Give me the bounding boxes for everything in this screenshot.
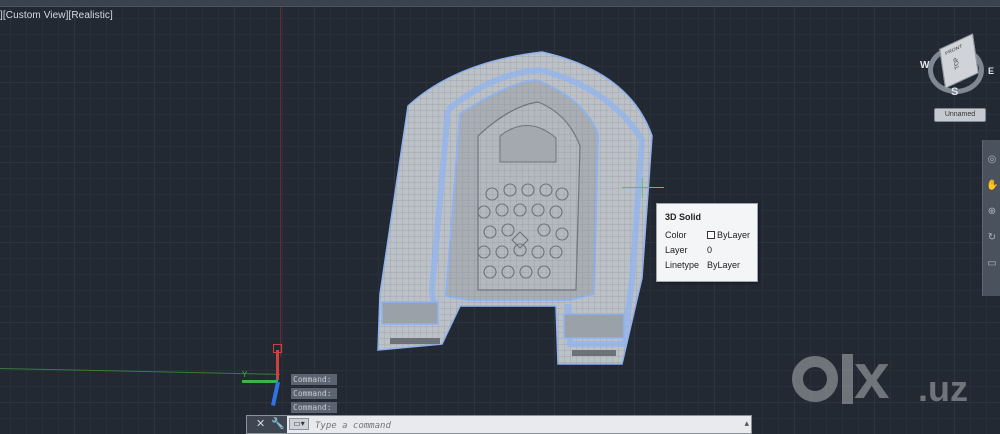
compass-south[interactable]: S <box>951 86 958 98</box>
command-line-controls: ✕ 🔧 <box>247 416 287 433</box>
command-line[interactable]: ✕ 🔧 ▭▾ ▴ <box>246 415 752 434</box>
model-viewport[interactable]: ][Custom View][Realistic] 3D Solid Color… <box>0 0 1000 434</box>
cursor-crosshair-horizontal <box>622 187 664 188</box>
ucs-y-label: Y <box>242 370 248 379</box>
command-input[interactable] <box>313 417 737 434</box>
command-history-line: Command: <box>291 402 337 413</box>
wcs-menu[interactable]: Unnamed <box>934 108 986 122</box>
tooltip-row-color: Color ByLayer <box>665 230 751 240</box>
olx-logo-x: x <box>854 340 890 412</box>
wrench-icon[interactable]: 🔧 <box>271 417 285 430</box>
zoom-icon[interactable]: ⊕ <box>986 206 998 218</box>
color-swatch-icon <box>707 231 715 239</box>
viewcube[interactable]: FRONT TOP W E S <box>918 30 998 104</box>
title-bar <box>0 0 1000 7</box>
tooltip-title: 3D Solid <box>665 212 702 222</box>
ucs-z-axis <box>276 350 279 380</box>
olx-logo-domain: .uz <box>918 368 968 409</box>
left-base-block <box>381 301 439 325</box>
tooltip-row-linetype: Linetype ByLayer <box>665 260 741 270</box>
ucs-icon: Y <box>236 340 296 410</box>
viewcube-top-label: TOP <box>953 55 962 70</box>
olx-watermark: x .uz <box>792 344 992 412</box>
pan-icon[interactable]: ✋ <box>986 180 998 192</box>
recent-commands-icon[interactable]: ▭▾ <box>289 418 309 430</box>
object-tooltip: 3D Solid Color ByLayer Layer 0 Linetype ByL… <box>656 203 758 282</box>
compass-west[interactable]: W <box>920 60 929 71</box>
showmotion-icon[interactable]: ▭ <box>986 258 998 270</box>
viewcube-front-label: FRONT <box>944 43 963 58</box>
command-history-line: Command: <box>291 388 337 399</box>
steering-wheel-icon[interactable]: ◎ <box>986 154 998 166</box>
tooltip-row-layer: Layer 0 <box>665 245 713 255</box>
3d-solid-model[interactable] <box>360 44 660 370</box>
close-icon[interactable]: ✕ <box>256 417 265 430</box>
view-controls-label[interactable]: ][Custom View][Realistic] <box>0 10 113 21</box>
right-step <box>572 350 616 356</box>
olx-logo-l <box>842 354 853 404</box>
right-base-block <box>563 313 625 339</box>
chevron-up-icon[interactable]: ▴ <box>744 418 749 429</box>
left-step <box>390 338 440 344</box>
ucs-y-axis <box>271 381 280 406</box>
cursor-crosshair-vertical <box>642 178 643 198</box>
navigation-bar[interactable]: ◎ ✋ ⊕ ↻ ▭ <box>982 140 1000 296</box>
compass-east[interactable]: E <box>988 66 994 76</box>
orbit-icon[interactable]: ↻ <box>986 232 998 244</box>
y-axis-line <box>280 7 281 357</box>
ucs-z-marker <box>273 344 282 353</box>
command-history-line: Command: <box>291 374 337 385</box>
olx-logo-o <box>792 356 838 402</box>
ucs-x-axis <box>242 380 278 383</box>
